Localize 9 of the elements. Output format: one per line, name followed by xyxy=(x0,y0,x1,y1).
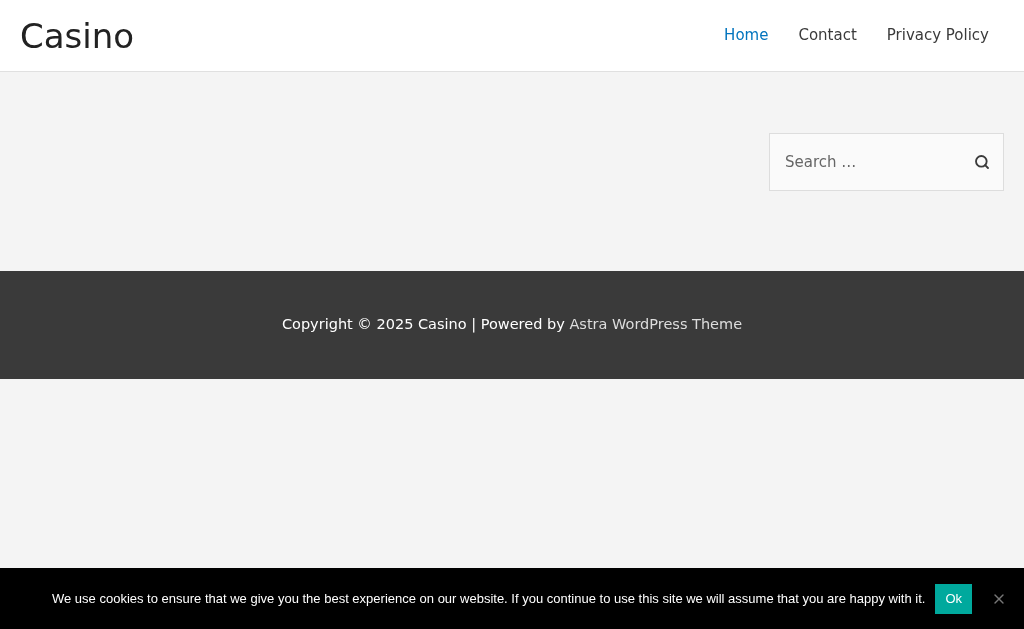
copyright-text: Copyright © 2025 Casino | Powered by Astra WordPress Theme xyxy=(281,315,743,335)
nav-link[interactable]: Home xyxy=(709,24,784,47)
cookie-notice-text: We use cookies to ensure that we give you the best experience on our website. If you continue to use this site we will assume that you are happy with it. xyxy=(52,589,926,608)
nav-link[interactable]: Contact xyxy=(783,24,872,47)
theme-link[interactable]: Astra WordPress Theme xyxy=(569,316,743,333)
nav-link[interactable]: Privacy Policy xyxy=(871,24,1004,47)
search-field[interactable]: Search … xyxy=(769,133,1004,191)
site-title[interactable]: Casino xyxy=(20,18,135,53)
search-icon[interactable] xyxy=(974,154,990,170)
